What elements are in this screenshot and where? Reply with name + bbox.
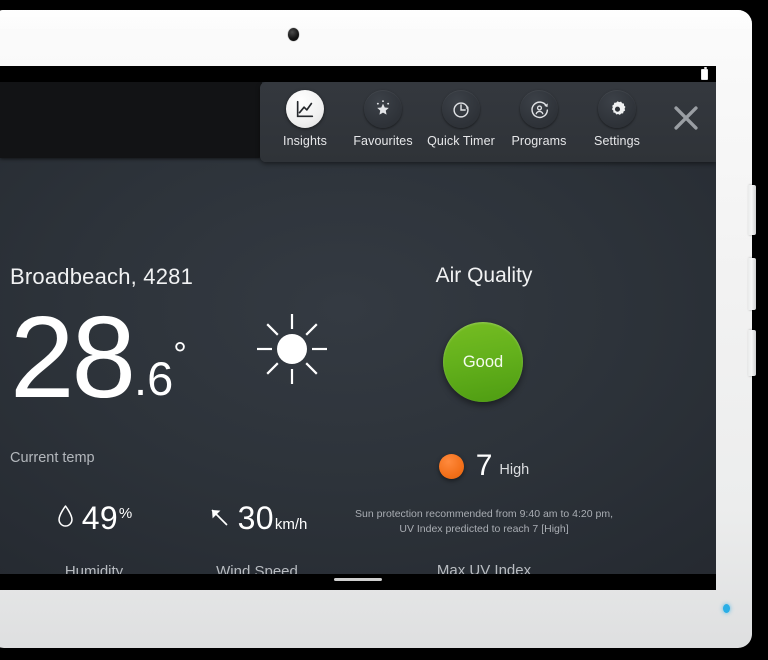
top-toolbar: Insights Favourites Quick Timer Programs… bbox=[260, 82, 716, 162]
line-chart-icon[interactable] bbox=[286, 90, 324, 128]
side-button-volume-down[interactable] bbox=[748, 330, 756, 376]
air-quality-title: Air Quality bbox=[435, 264, 533, 287]
side-button-power[interactable] bbox=[748, 185, 756, 235]
navigation-bar bbox=[0, 574, 716, 590]
location-label: Broadbeach, 4281 bbox=[10, 264, 194, 289]
humidity-caption: Humidity bbox=[64, 563, 124, 574]
status-led-icon bbox=[723, 604, 730, 613]
nav-label-favourites: Favourites bbox=[353, 134, 413, 148]
gear-icon[interactable] bbox=[598, 90, 636, 128]
uv-index-row: 7 High bbox=[386, 449, 582, 483]
temperature-degree-symbol: ° bbox=[173, 335, 187, 374]
humidity-value-row: 49 % bbox=[24, 500, 164, 537]
max-uv-index-caption: Max UV Index bbox=[436, 562, 532, 574]
nav-item-quick-timer[interactable]: Quick Timer bbox=[422, 90, 500, 148]
sun-protection-note: Sun protection recommended from 9:40 am … bbox=[355, 508, 613, 535]
wind-caption: Wind Speed bbox=[216, 563, 298, 574]
insights-content: Broadbeach, 4281 28 .6 ° Current temp 49… bbox=[0, 162, 716, 574]
current-temp-caption: Current temp bbox=[10, 450, 95, 466]
star-icon[interactable] bbox=[364, 90, 402, 128]
nav-label-programs: Programs bbox=[511, 134, 567, 148]
nav-label-quick-timer: Quick Timer bbox=[427, 134, 495, 148]
wind-speed-metric: 30 km/h Wind Speed bbox=[182, 500, 332, 574]
wind-direction-arrow-icon bbox=[207, 505, 231, 534]
nav-label-settings: Settings bbox=[594, 134, 640, 148]
nav-item-settings[interactable]: Settings bbox=[578, 90, 656, 148]
temperature-decimal: .6 bbox=[134, 351, 174, 405]
nav-item-insights[interactable]: Insights bbox=[266, 90, 344, 148]
nav-item-programs[interactable]: Programs bbox=[500, 90, 578, 148]
programs-icon[interactable] bbox=[520, 90, 558, 128]
sun-icon bbox=[253, 310, 331, 393]
temperature-integer: 28 bbox=[10, 292, 136, 422]
close-icon[interactable] bbox=[662, 94, 710, 142]
side-button-volume-up[interactable] bbox=[748, 258, 756, 310]
water-drop-icon bbox=[56, 504, 75, 534]
wind-unit: km/h bbox=[274, 516, 308, 533]
air-quality-status-label: Good bbox=[462, 352, 504, 371]
battery-icon bbox=[701, 67, 708, 80]
wind-value: 30 bbox=[237, 500, 274, 536]
humidity-unit: % bbox=[118, 505, 133, 522]
home-indicator[interactable] bbox=[334, 578, 382, 581]
front-camera-icon bbox=[288, 28, 299, 41]
current-temperature: 28 .6 ° bbox=[10, 292, 187, 422]
uv-index-value: 7 bbox=[475, 449, 493, 482]
toolbar-backdrop-left bbox=[0, 82, 262, 158]
humidity-metric: 49 % Humidity bbox=[24, 500, 164, 574]
device-screen: Insights Favourites Quick Timer Programs… bbox=[0, 66, 716, 590]
timer-clock-icon[interactable] bbox=[442, 90, 480, 128]
nav-label-insights: Insights bbox=[283, 134, 327, 148]
weather-insights-app: Insights Favourites Quick Timer Programs… bbox=[0, 82, 716, 574]
air-quality-status-badge[interactable]: Good bbox=[443, 322, 523, 402]
uv-level-dot-icon bbox=[438, 453, 464, 479]
wind-value-row: 30 km/h bbox=[182, 500, 332, 537]
nav-item-favourites[interactable]: Favourites bbox=[344, 90, 422, 148]
tablet-device: Insights Favourites Quick Timer Programs… bbox=[0, 0, 768, 660]
humidity-value: 49 bbox=[81, 500, 118, 536]
status-bar bbox=[0, 66, 716, 82]
bezel-sheen bbox=[0, 10, 752, 32]
uv-index-level: High bbox=[499, 462, 530, 478]
